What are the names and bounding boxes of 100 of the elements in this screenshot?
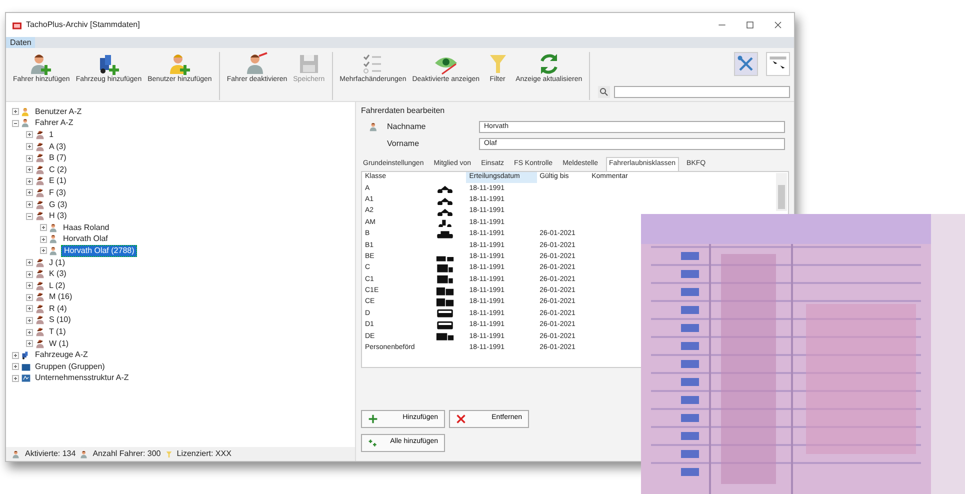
- status-text: Aktivierte: 134: [25, 448, 76, 460]
- person-icon: [49, 246, 59, 256]
- scrollbar[interactable]: [776, 172, 787, 210]
- expand-toggle[interactable]: [26, 189, 33, 196]
- status-text: Lizenziert: XXX: [176, 448, 232, 460]
- person-icon: [35, 130, 45, 140]
- person-icon: [35, 176, 45, 186]
- person-icon: [35, 292, 45, 302]
- vehicle-icon: [434, 331, 456, 342]
- tree-item[interactable]: S (10): [47, 315, 73, 326]
- person-icon: [35, 304, 45, 314]
- expand-toggle[interactable]: [26, 282, 33, 290]
- tree-item[interactable]: Unternehmensstruktur A-Z: [33, 373, 131, 384]
- maximize-icon: [746, 20, 754, 29]
- tree-item[interactable]: Fahrer A-Z: [33, 118, 76, 128]
- expand-toggle[interactable]: [12, 108, 19, 116]
- person-icon: [35, 258, 45, 268]
- close-icon: [456, 414, 466, 424]
- expand-toggle[interactable]: [26, 294, 33, 301]
- tree-item[interactable]: A (3): [47, 142, 68, 152]
- person-icon: [35, 200, 45, 210]
- person-icon: [80, 450, 89, 458]
- tree-item[interactable]: H (3): [47, 211, 69, 222]
- plus-icon: [368, 438, 378, 448]
- vehicle-icon: [434, 297, 456, 308]
- person-icon: [35, 269, 45, 280]
- person-icon: [12, 450, 21, 458]
- tree-item[interactable]: Horvath Olaf: [61, 234, 110, 244]
- tree-item[interactable]: C (2): [47, 164, 69, 175]
- user-add-icon: [168, 52, 192, 76]
- app-logo-icon: [12, 20, 22, 30]
- vehicle-icon: [434, 286, 456, 296]
- person-icon: [21, 118, 31, 128]
- tree-item[interactable]: Fahrzeuge A-Z: [33, 350, 90, 360]
- person-icon: [49, 234, 59, 244]
- driver-remove-icon: [244, 52, 269, 76]
- tools-button[interactable]: [734, 52, 758, 76]
- expand-toggle[interactable]: [26, 259, 33, 266]
- plus-icon: [368, 414, 378, 424]
- close-icon: [774, 20, 782, 29]
- expand-toggle[interactable]: [12, 363, 19, 370]
- tree-item[interactable]: B (7): [47, 153, 68, 164]
- tree-item[interactable]: J (1): [47, 258, 67, 268]
- person-icon: [369, 122, 379, 132]
- status-text: Anzahl Fahrer: 300: [92, 448, 161, 460]
- tree-item[interactable]: F (3): [47, 188, 68, 198]
- tools-icon: [737, 55, 755, 73]
- expand-toggle[interactable]: [26, 340, 33, 348]
- person-icon: [35, 327, 45, 338]
- expand-toggle[interactable]: [26, 305, 33, 312]
- expand-toggle[interactable]: [26, 131, 33, 138]
- user-icon: [21, 106, 31, 117]
- menu-item[interactable]: Daten: [6, 37, 36, 48]
- expand-toggle[interactable]: [12, 352, 19, 359]
- expand-toggle[interactable]: [40, 236, 47, 243]
- chart-icon: [21, 373, 31, 384]
- person-icon: [35, 142, 45, 152]
- person-icon: [35, 315, 45, 326]
- tree-item[interactable]: 1: [47, 130, 56, 140]
- section-title: Fahrerdaten bearbeiten: [361, 105, 446, 117]
- search-icon: [598, 86, 610, 98]
- tree-item[interactable]: Gruppen (Gruppen): [33, 362, 107, 372]
- tree-item[interactable]: K (3): [47, 269, 68, 280]
- person-icon: [35, 280, 45, 291]
- driver-add-icon: [29, 52, 54, 76]
- person-icon: [35, 153, 45, 164]
- expand-toggle[interactable]: [12, 120, 19, 127]
- expand-toggle[interactable]: [26, 178, 33, 185]
- expand-toggle[interactable]: [26, 154, 33, 162]
- tree-item[interactable]: G (3): [47, 200, 70, 210]
- tree-item[interactable]: T (1): [47, 327, 68, 338]
- person-icon: [35, 211, 45, 222]
- filter-icon: [164, 450, 173, 458]
- tree-item[interactable]: E (1): [47, 176, 68, 186]
- tree-item[interactable]: R (4): [47, 304, 69, 314]
- expand-toggle[interactable]: [26, 270, 33, 278]
- window-title: TachoPlus-Archiv [Stammdaten]: [26, 19, 140, 31]
- tree-item[interactable]: Horvath Olaf (2788): [61, 244, 138, 257]
- person-icon: [35, 188, 45, 198]
- expand-toggle[interactable]: [26, 316, 33, 324]
- expand-toggle[interactable]: [12, 374, 19, 382]
- person-icon: [35, 338, 45, 349]
- person-icon: [35, 164, 45, 175]
- search-field[interactable]: [614, 86, 790, 98]
- expand-toggle[interactable]: [26, 212, 33, 220]
- tree-item[interactable]: Haas Roland: [61, 222, 112, 233]
- expand-toggle[interactable]: [26, 201, 33, 208]
- expand-toggle[interactable]: [26, 328, 33, 336]
- tree-item[interactable]: L (2): [47, 280, 68, 291]
- person-icon: [49, 222, 59, 233]
- tree-item[interactable]: Benutzer A-Z: [33, 106, 84, 117]
- tree-item[interactable]: M (16): [47, 292, 74, 302]
- expand-toggle[interactable]: [26, 143, 33, 150]
- field-label: Vorname: [387, 138, 420, 150]
- expand-toggle[interactable]: [40, 224, 47, 232]
- tree-item[interactable]: W (1): [47, 338, 71, 349]
- field-label: Nachname: [387, 121, 426, 133]
- folder-icon: [21, 362, 31, 372]
- expand-toggle[interactable]: [40, 247, 47, 254]
- expand-toggle[interactable]: [26, 166, 33, 174]
